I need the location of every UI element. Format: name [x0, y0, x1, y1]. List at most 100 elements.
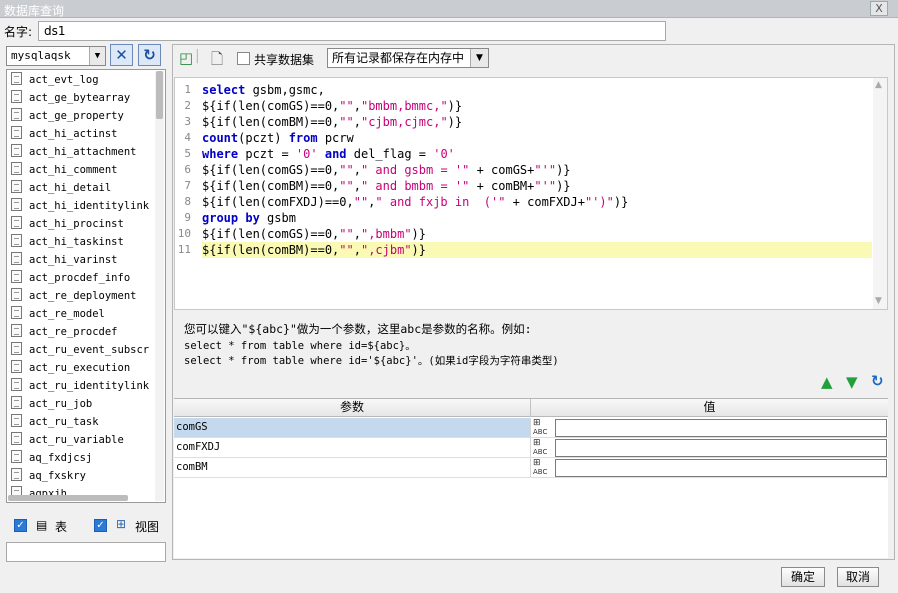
- table-checkbox[interactable]: ✓: [14, 519, 27, 532]
- sql-keyword: group by: [202, 211, 260, 225]
- share-dataset-checkbox[interactable]: [237, 52, 250, 65]
- table-list-scrollbar[interactable]: [155, 71, 164, 501]
- table-list-item[interactable]: act_hi_detail: [11, 179, 151, 197]
- view-type-icon: ⊞: [116, 517, 127, 531]
- database-select[interactable]: mysqlaqsk ▼: [6, 46, 106, 66]
- table-name: act_evt_log: [29, 74, 99, 86]
- table-list-item[interactable]: act_ru_identitylink: [11, 377, 151, 395]
- type-badge-label: ABC: [533, 428, 548, 436]
- table-list-item[interactable]: act_ru_execution: [11, 359, 151, 377]
- table-list-item[interactable]: act_ge_property: [11, 107, 151, 125]
- code-line[interactable]: 6 ${if(len(comGS)==0,""," and gsbm = '" +…: [175, 162, 875, 178]
- table-name: act_ru_identitylink: [29, 380, 150, 392]
- scroll-down-icon[interactable]: ▼: [875, 296, 882, 306]
- table-list-item[interactable]: act_ru_task: [11, 413, 151, 431]
- close-button[interactable]: X: [870, 1, 888, 16]
- table-list-item[interactable]: act_procdef_info: [11, 269, 151, 287]
- table-list-item[interactable]: act_hi_taskinst: [11, 233, 151, 251]
- table-icon: [11, 414, 22, 427]
- table-list-item[interactable]: act_re_model: [11, 305, 151, 323]
- sql-text: ${if(len(comBM)==0,: [202, 179, 340, 193]
- parameter-value-input[interactable]: [555, 419, 887, 437]
- code-line[interactable]: 4 count(pczt) from pcrw: [175, 130, 875, 146]
- table-list-item[interactable]: act_hi_attachment: [11, 143, 151, 161]
- parameter-name[interactable]: comBM: [174, 458, 531, 477]
- table-list-item[interactable]: aq_fxdjcsj: [11, 449, 151, 467]
- refresh-button[interactable]: ↻: [138, 44, 161, 66]
- type-abc-icon[interactable]: ⊞ ABC: [533, 419, 553, 437]
- code-text: group by gsbm: [202, 210, 872, 226]
- scroll-up-icon[interactable]: ▲: [875, 80, 882, 90]
- memory-option-value: 所有记录都保存在内存中: [332, 51, 465, 65]
- table-list[interactable]: aqpxjh aq_fxskry aq_fxdjcsj act_ru_variable…: [6, 69, 166, 503]
- code-line[interactable]: 1 select gsbm,gsmc,: [175, 82, 875, 98]
- code-line[interactable]: 9 group by gsbm: [175, 210, 875, 226]
- sql-text: del_flag =: [346, 147, 434, 161]
- sql-keyword: where: [202, 147, 239, 161]
- type-badge-label: ABC: [533, 448, 548, 456]
- table-list-item[interactable]: act_ru_job: [11, 395, 151, 413]
- table-list-item[interactable]: act_ge_bytearray: [11, 89, 151, 107]
- parameter-value-input[interactable]: [555, 459, 887, 477]
- type-abc-icon[interactable]: ⊞ ABC: [533, 459, 553, 477]
- line-number: 2: [184, 99, 191, 112]
- table-icon: [11, 450, 22, 463]
- table-icon: [11, 72, 22, 85]
- code-line[interactable]: 11 ${if(len(comBM)==0,"",",cjbm")}: [175, 242, 875, 258]
- memory-option-select[interactable]: 所有记录都保存在内存中 ▼: [327, 48, 489, 68]
- table-list-item[interactable]: aq_fxskry: [11, 467, 151, 485]
- sql-text: ${if(len(comFXDJ)==0,: [202, 195, 354, 209]
- tools-button[interactable]: ✕: [110, 44, 133, 66]
- table-list-item[interactable]: act_hi_varinst: [11, 251, 151, 269]
- scrollbar-thumb[interactable]: [156, 71, 163, 119]
- table-list-item[interactable]: act_hi_procinst: [11, 215, 151, 233]
- code-line[interactable]: 7 ${if(len(comBM)==0,""," and bmbm = '" +…: [175, 178, 875, 194]
- table-icon: [11, 378, 22, 391]
- ok-button[interactable]: 确定: [781, 567, 825, 587]
- code-line[interactable]: 5 where pczt = '0' and del_flag = '0': [175, 146, 875, 162]
- table-list-item[interactable]: act_hi_identitylink: [11, 197, 151, 215]
- code-line[interactable]: 2 ${if(len(comGS)==0,"","bmbm,bmmc,")}: [175, 98, 875, 114]
- code-line[interactable]: 3 ${if(len(comBM)==0,"","cjbm,cjmc,")}: [175, 114, 875, 130]
- code-text: count(pczt) from pcrw: [202, 130, 872, 146]
- move-up-icon[interactable]: ▲: [821, 373, 833, 391]
- chevron-down-icon[interactable]: ▼: [89, 47, 105, 65]
- table-list-item[interactable]: act_evt_log: [11, 71, 151, 89]
- parameter-row[interactable]: comBM ⊞ ABC: [174, 458, 888, 478]
- type-abc-icon[interactable]: ⊞ ABC: [533, 439, 553, 457]
- parameter-name[interactable]: comFXDJ: [174, 438, 531, 457]
- table-icon: [11, 198, 22, 211]
- move-down-icon[interactable]: ▼: [846, 373, 858, 391]
- code-line[interactable]: 8 ${if(len(comFXDJ)==0,""," and fxjb in (…: [175, 194, 875, 210]
- sql-string: " and bmbm = '": [360, 179, 470, 193]
- preview-icon[interactable]: ◰: [179, 49, 193, 67]
- parameter-row[interactable]: comFXDJ ⊞ ABC: [174, 438, 888, 458]
- sql-text: ${if(len(comGS)==0,: [202, 227, 340, 241]
- parameter-name[interactable]: comGS: [174, 418, 531, 437]
- sql-text: ,: [353, 243, 361, 257]
- refresh-params-icon[interactable]: ↻: [871, 372, 884, 390]
- sql-editor[interactable]: ▲ ▼ 1 select gsbm,gsmc, 2 ${if(len(comGS)==…: [174, 77, 888, 310]
- table-list-item[interactable]: act_hi_actinst: [11, 125, 151, 143]
- sql-string: "": [339, 179, 354, 193]
- table-list-item[interactable]: act_ru_event_subscr: [11, 341, 151, 359]
- table-list-item[interactable]: act_re_deployment: [11, 287, 151, 305]
- sql-keyword: from: [288, 131, 318, 145]
- new-file-icon[interactable]: 🗋: [211, 49, 223, 74]
- parameter-row[interactable]: comGS ⊞ ABC: [174, 418, 888, 438]
- table-filter-input[interactable]: [6, 542, 166, 562]
- view-checkbox[interactable]: ✓: [94, 519, 107, 532]
- chevron-down-icon[interactable]: ▼: [470, 49, 488, 67]
- parameter-value-input[interactable]: [555, 439, 887, 457]
- code-line[interactable]: 10 ${if(len(comGS)==0,"",",bmbm")}: [175, 226, 875, 242]
- table-list-hscrollbar[interactable]: [8, 495, 128, 501]
- table-list-item[interactable]: act_hi_comment: [11, 161, 151, 179]
- editor-scrollbar[interactable]: ▲ ▼: [873, 78, 887, 309]
- table-list-item[interactable]: act_ru_variable: [11, 431, 151, 449]
- code-text: ${if(len(comFXDJ)==0,""," and fxjb in ('…: [202, 194, 872, 210]
- sql-text: ${if(len(comGS)==0,: [202, 163, 340, 177]
- name-input[interactable]: [38, 21, 666, 41]
- table-list-item[interactable]: act_re_procdef: [11, 323, 151, 341]
- sql-string: "": [353, 195, 369, 209]
- cancel-button[interactable]: 取消: [837, 567, 879, 587]
